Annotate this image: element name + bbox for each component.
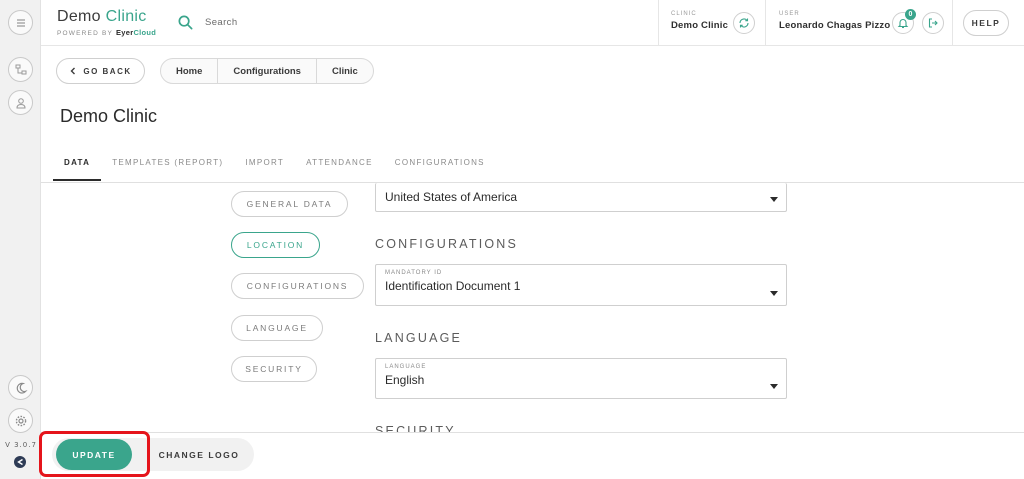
header-divider [952, 0, 953, 46]
left-rail: V 3.0.7 [0, 0, 41, 479]
page-title: Demo Clinic [60, 106, 158, 126]
search-bar [177, 14, 365, 31]
change-logo-button[interactable]: CHANGE LOGO [150, 439, 248, 470]
clinic-selector[interactable]: CLINIC Demo Clinic [671, 11, 728, 31]
caret-down-icon [770, 197, 778, 202]
logout-button[interactable] [922, 12, 944, 34]
language-select[interactable]: LANGUAGE English [375, 358, 787, 399]
highlight-box [39, 431, 150, 477]
user-label: USER [779, 11, 800, 17]
help-button[interactable]: HELP [963, 10, 1009, 36]
section-language-button[interactable]: LANGUAGE [231, 315, 323, 341]
caret-down-icon [770, 291, 778, 296]
section-configurations-button[interactable]: CONFIGURATIONS [231, 273, 364, 299]
refresh-icon [739, 18, 749, 28]
brand-title: Demo Clinic [57, 8, 156, 26]
breadcrumb-configurations[interactable]: Configurations [218, 59, 317, 83]
eyercloud-logo-icon [14, 456, 26, 468]
tab-import[interactable]: IMPORT [234, 150, 295, 181]
country-select[interactable]: United States of America [375, 183, 787, 212]
mandatory-id-label: MANDATORY ID [385, 270, 443, 276]
powered-by: POWERED BY EyerCloud [57, 28, 156, 37]
menu-icon[interactable] [8, 10, 33, 35]
tab-data[interactable]: DATA [53, 150, 102, 181]
tab-attendance[interactable]: ATTENDANCE [295, 150, 384, 181]
go-back-button[interactable]: GO BACK [56, 58, 145, 84]
notification-count-badge: 0 [905, 9, 916, 20]
user-icon[interactable] [8, 90, 33, 115]
breadcrumb-home[interactable]: Home [161, 59, 219, 83]
language-value: English [385, 373, 425, 387]
breadcrumb: Home Configurations Clinic [160, 58, 374, 84]
tab-configurations[interactable]: CONFIGURATIONS [384, 150, 496, 181]
tab-bar: DATA TEMPLATES (REPORT) IMPORT ATTENDANC… [53, 150, 496, 181]
brand-logo[interactable]: Demo Clinic POWERED BY EyerCloud [57, 8, 156, 37]
header-divider [658, 0, 659, 46]
mandatory-id-value: Identification Document 1 [385, 279, 521, 293]
section-general-data-button[interactable]: GENERAL DATA [231, 191, 348, 217]
language-label: LANGUAGE [385, 364, 427, 370]
vendor-name-b: Cloud [133, 28, 157, 37]
notifications-button[interactable]: 0 [892, 9, 916, 34]
top-header: Demo Clinic POWERED BY EyerCloud CLINIC … [41, 0, 1024, 46]
breadcrumb-clinic[interactable]: Clinic [317, 59, 373, 83]
clinic-name: Demo Clinic [671, 20, 729, 31]
clinic-label: CLINIC [671, 11, 697, 17]
search-icon[interactable] [177, 14, 194, 31]
settings-gear-icon[interactable] [8, 408, 33, 433]
user-name: Leonardo Chagas Pizzo [779, 20, 891, 31]
mandatory-id-select[interactable]: MANDATORY ID Identification Document 1 [375, 264, 787, 306]
clinic-tree-icon[interactable] [8, 57, 33, 82]
caret-down-icon [770, 384, 778, 389]
switch-clinic-button[interactable] [733, 12, 755, 34]
dark-mode-icon[interactable] [8, 375, 33, 400]
logout-icon [928, 18, 938, 28]
chevron-left-icon [70, 67, 76, 75]
header-divider [765, 0, 766, 46]
section-location-button[interactable]: LOCATION [231, 232, 320, 258]
user-info: USER Leonardo Chagas Pizzo [779, 11, 890, 31]
go-back-label: GO BACK [83, 66, 132, 76]
tab-templates-report[interactable]: TEMPLATES (REPORT) [101, 150, 234, 181]
configurations-heading: CONFIGURATIONS [375, 237, 519, 251]
powered-by-label: POWERED BY [57, 30, 113, 37]
section-security-button[interactable]: SECURITY [231, 356, 317, 382]
search-input[interactable] [205, 17, 365, 28]
brand-title-accent: Clinic [105, 8, 147, 25]
vendor-name-a: Eyer [115, 28, 134, 37]
vendor-name: EyerCloud [116, 28, 156, 37]
language-heading: LANGUAGE [375, 331, 463, 345]
version-label: V 3.0.7 [5, 441, 37, 449]
country-value: United States of America [385, 190, 518, 204]
brand-title-main: Demo [57, 8, 101, 25]
